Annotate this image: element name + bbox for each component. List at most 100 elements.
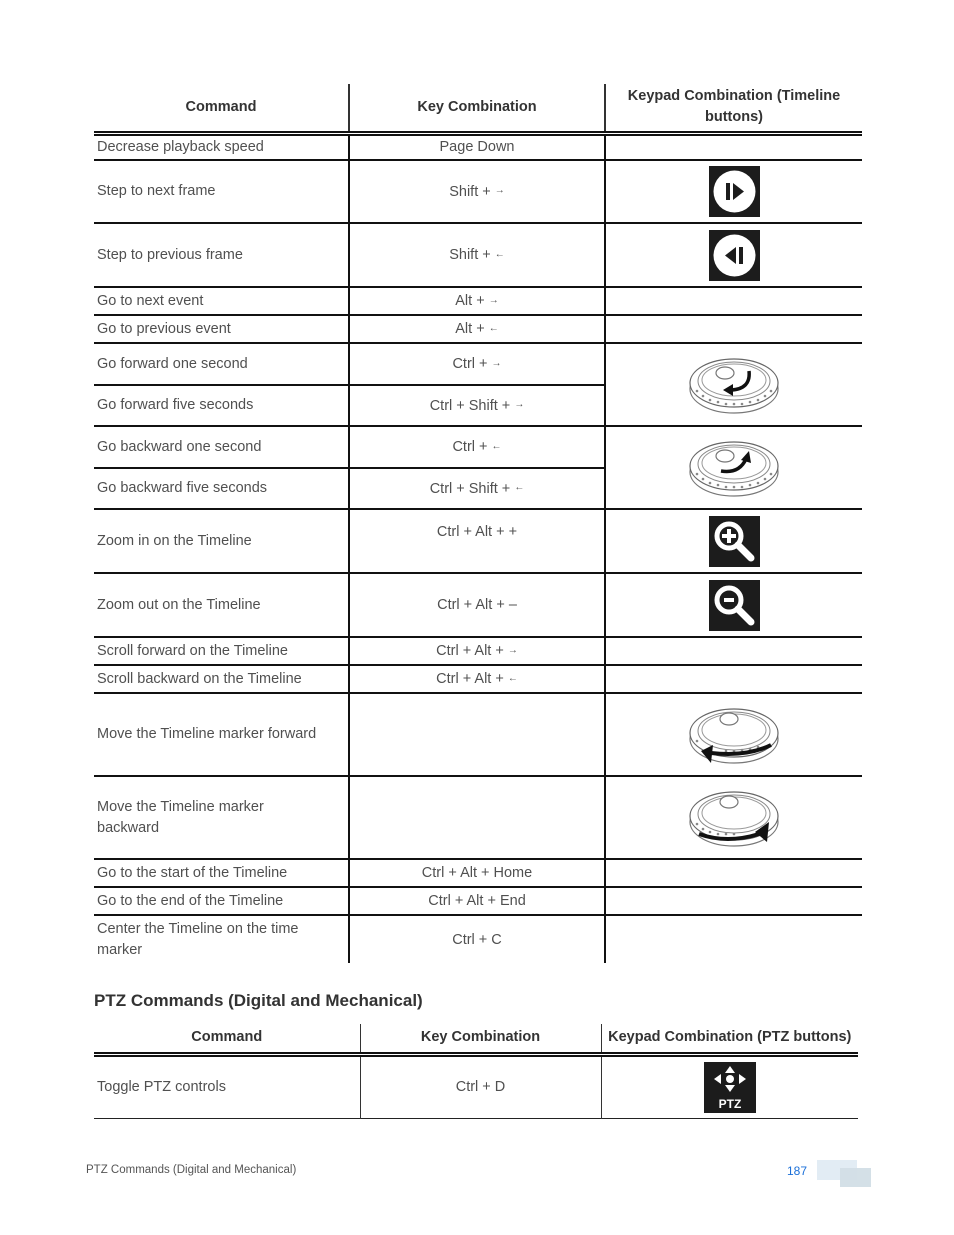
key-cell: Alt + → [348, 287, 605, 315]
command-cell: Zoom out on the Timeline [97, 596, 261, 613]
table-row: Step to next frame Shift + → [94, 160, 862, 223]
command-cell: Go to previous event [97, 320, 231, 337]
command-cell: Move the Timeline marker backward [97, 798, 264, 836]
timeline-shortcuts-table: Command Key Combination Keypad Combinati… [94, 84, 862, 963]
ptz-button-icon: PTZ [703, 1061, 756, 1113]
header-key-combination: Key Combination [359, 1024, 601, 1054]
shuttle-ring-clockwise-icon [687, 784, 781, 852]
table-row: Go backward one second Ctrl + ← [94, 426, 862, 509]
key-text: Ctrl + Alt + [436, 643, 508, 659]
key-cell: Page Down [348, 133, 605, 160]
key-text: Alt + [455, 293, 489, 309]
right-arrow-icon: → [514, 399, 525, 411]
key-text: Ctrl + [452, 439, 492, 455]
jog-dial-clockwise-icon [687, 434, 781, 502]
keypad-cell [604, 133, 862, 160]
keypad-cell [604, 343, 862, 426]
command-cell: Decrease playback speed [97, 138, 264, 155]
section-title: PTZ Commands (Digital and Mechanical) [94, 991, 423, 1010]
key-cell [348, 776, 605, 859]
header-key-combination: Key Combination [348, 84, 605, 133]
keypad-cell [604, 315, 862, 343]
table-row: Step to previous frame Shift + ← [94, 223, 862, 287]
keypad-cell [604, 637, 862, 665]
table-row: Scroll backward on the Timeline Ctrl + A… [94, 665, 862, 693]
key-cell: Ctrl + Alt + End [348, 887, 605, 915]
table-row: Center the Timeline on the time marker C… [94, 915, 862, 963]
key-cell: Ctrl + Alt + → [348, 637, 605, 665]
command-cell: Go forward one second [97, 355, 248, 372]
command-cell: Step to previous frame [97, 246, 243, 263]
zoom-out-button-icon [708, 579, 760, 631]
key-cell: Ctrl + C [348, 915, 605, 963]
ptz-shortcuts-table: Command Key Combination Keypad Combinati… [94, 1024, 858, 1119]
table-row: Toggle PTZ controls Ctrl + D PTZ [94, 1054, 858, 1118]
header-command: Command [185, 98, 257, 115]
left-arrow-icon: ← [507, 672, 518, 684]
header-command: Command [191, 1029, 263, 1046]
footer-section-name: PTZ Commands (Digital and Mechanical) [86, 1164, 297, 1176]
shuttle-ring-counterclockwise-icon [687, 701, 781, 769]
footer-decoration [840, 1168, 871, 1187]
key-cell: Ctrl + Alt + ← [348, 665, 605, 693]
jog-dial-counterclockwise-icon [687, 351, 781, 419]
key-text: Shift + [449, 247, 495, 263]
keypad-cell [604, 859, 862, 887]
right-arrow-icon: → [494, 185, 505, 197]
keypad-cell [604, 887, 862, 915]
command-cell: Go to next event [97, 292, 204, 309]
keypad-cell [604, 287, 862, 315]
command-cell: Go forward five seconds [97, 397, 254, 413]
keypad-cell [604, 509, 862, 573]
command-cell: Toggle PTZ controls [97, 1078, 226, 1095]
table-row: Go forward one second Ctrl + → [94, 343, 862, 426]
left-arrow-icon: ← [514, 482, 525, 494]
command-cell: Go backward one second [97, 438, 262, 455]
keypad-cell [604, 160, 862, 223]
right-arrow-icon: → [491, 357, 502, 369]
key-cell: Shift + ← [348, 223, 605, 287]
command-cell: Go to the end of the Timeline [97, 892, 284, 909]
keypad-cell [604, 665, 862, 693]
table-row: Go to the end of the Timeline Ctrl + Alt… [94, 887, 862, 915]
left-arrow-icon: ← [491, 440, 502, 452]
command-cell: Scroll forward on the Timeline [97, 642, 288, 659]
right-arrow-icon: → [488, 294, 499, 306]
table-row: Go to previous event Alt + ← [94, 315, 862, 343]
key-cell: Ctrl + Alt + Home [348, 859, 605, 887]
header-keypad-combination: Keypad Combination (PTZ buttons) [600, 1024, 858, 1054]
left-arrow-icon: ← [494, 248, 505, 260]
key-cell: Ctrl + D [359, 1054, 601, 1118]
key-cell: Shift + → [348, 160, 605, 223]
command-cell: Center the Timeline on the time marker [97, 920, 299, 958]
key-cell: Ctrl + Shift + ← [348, 468, 605, 509]
keypad-cell [604, 426, 862, 509]
ptz-label: PTZ [718, 1097, 741, 1111]
right-arrow-icon: → [507, 644, 518, 656]
header-keypad-combination: Keypad Combination (Timeline buttons) [604, 84, 862, 133]
table-row: Go to next event Alt + → [94, 287, 862, 315]
key-text: Alt + [455, 321, 489, 337]
command-cell: Scroll backward on the Timeline [97, 670, 302, 687]
command-cell: Go to the start of the Timeline [97, 864, 288, 881]
table-row: Move the Timeline marker forward [94, 693, 862, 776]
key-cell: Ctrl + ← [348, 426, 605, 468]
table-row: Zoom out on the Timeline Ctrl + Alt + – [94, 573, 862, 637]
key-cell: Alt + ← [348, 315, 605, 343]
command-cell: Move the Timeline marker forward [97, 726, 317, 742]
table-header-row: Command Key Combination Keypad Combinati… [94, 84, 862, 133]
keypad-cell [604, 776, 862, 859]
zoom-in-button-icon [708, 515, 760, 567]
command-cell: Zoom in on the Timeline [97, 532, 252, 549]
command-cell: Step to next frame [97, 183, 216, 199]
key-cell: Ctrl + Alt + + [348, 509, 605, 573]
key-text: Ctrl + Shift + [429, 480, 515, 497]
key-cell [348, 693, 605, 776]
key-text: Ctrl + [452, 356, 492, 372]
key-text: Shift + [449, 183, 495, 200]
table-row: Go to the start of the Timeline Ctrl + A… [94, 859, 862, 887]
key-cell: Ctrl + Alt + – [348, 573, 605, 637]
keypad-cell [604, 915, 862, 963]
table-row: Scroll forward on the Timeline Ctrl + Al… [94, 637, 862, 665]
step-back-button-icon [708, 229, 760, 281]
